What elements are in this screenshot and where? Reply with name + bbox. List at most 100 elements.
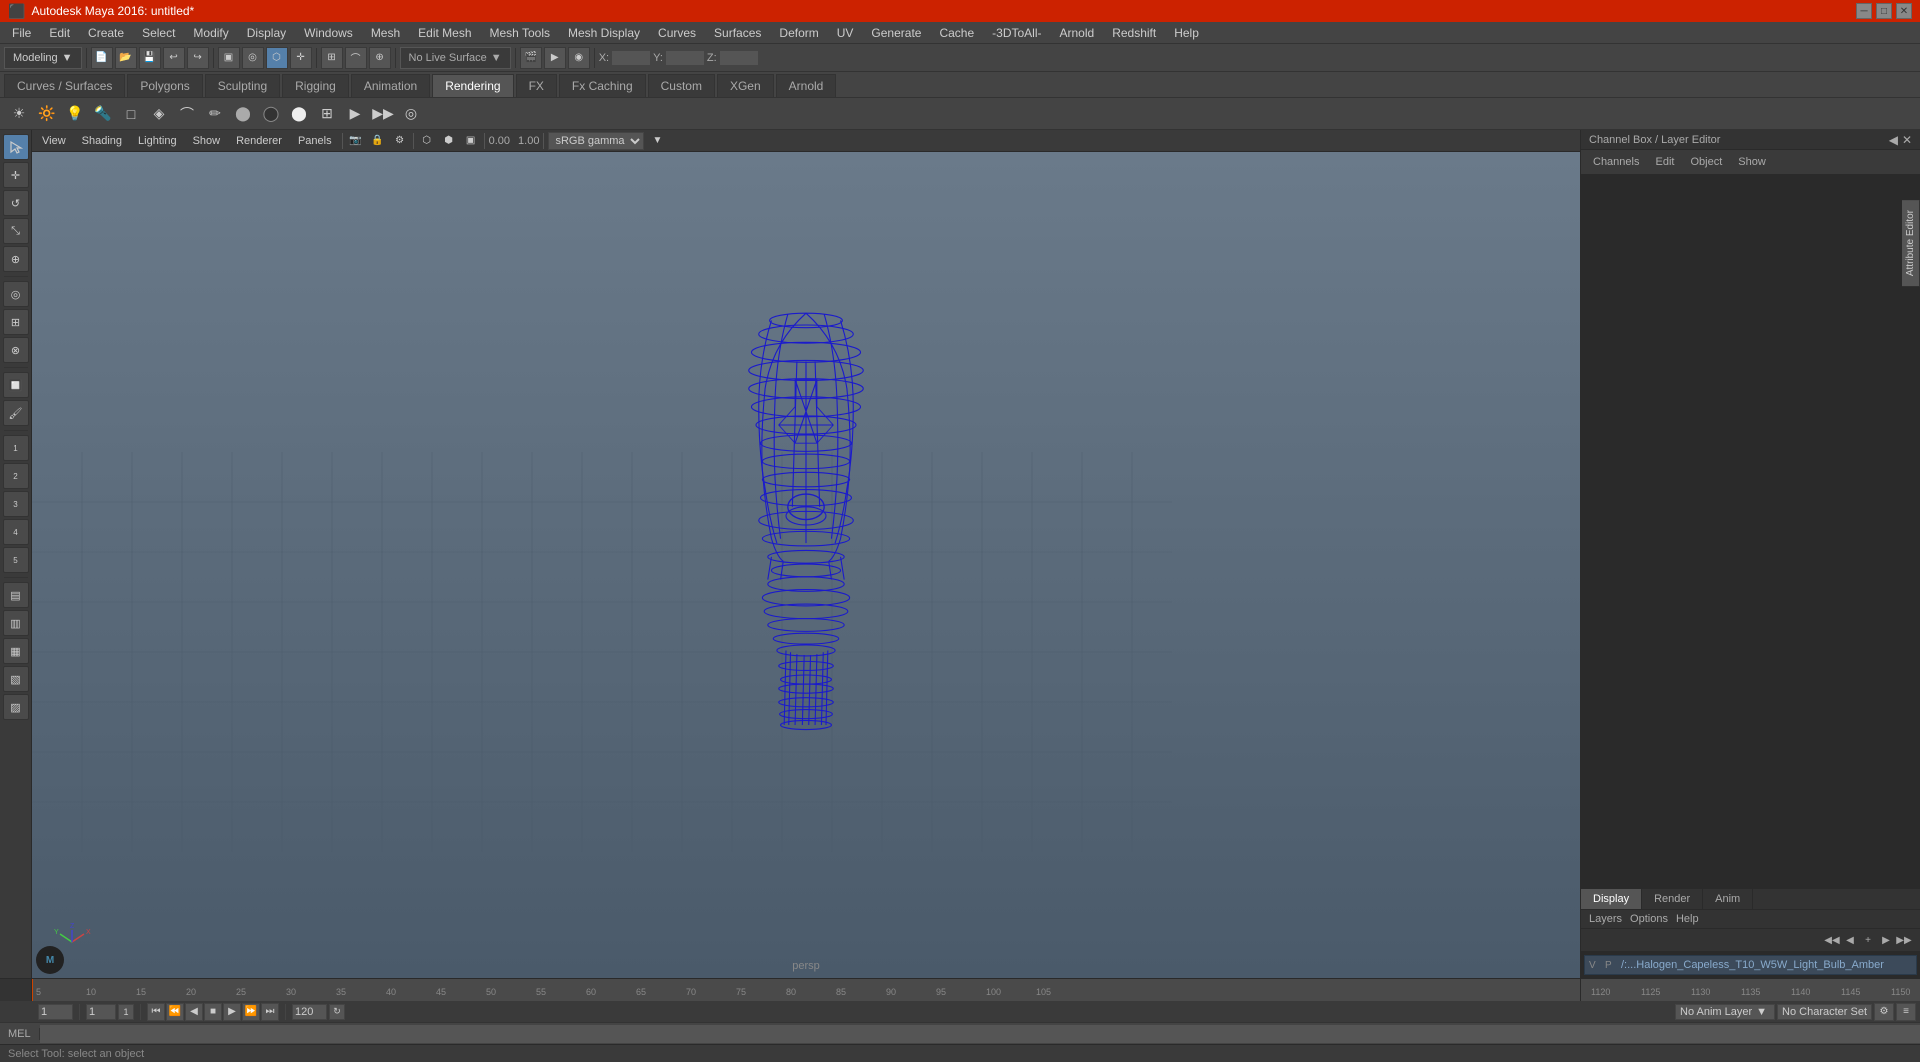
vp-settings-icon[interactable]: ⚙	[391, 132, 409, 150]
vp-textured-icon[interactable]: ▣	[462, 132, 480, 150]
scale-tool[interactable]: ⤡	[3, 218, 29, 244]
layers-menu-options[interactable]: Options	[1630, 913, 1668, 925]
shelf-light-icon[interactable]: ☀	[6, 101, 32, 127]
no-live-surface-indicator[interactable]: No Live Surface ▼	[400, 47, 511, 69]
disp-tab-anim[interactable]: Anim	[1703, 889, 1753, 909]
undo-button[interactable]: ↩	[163, 47, 185, 69]
rp-close-icon[interactable]: ✕	[1902, 133, 1912, 147]
redo-button[interactable]: ↪	[187, 47, 209, 69]
shelf-spot-light-icon[interactable]: 🔦	[90, 101, 116, 127]
start-frame-input[interactable]	[86, 1004, 116, 1020]
universal-tool[interactable]: ⊕	[3, 246, 29, 272]
next-frame-btn[interactable]: ⏩	[242, 1003, 260, 1021]
rp-tab-object[interactable]: Object	[1686, 154, 1726, 170]
layer-tool-1[interactable]: ▤	[3, 582, 29, 608]
menu-surfaces[interactable]: Surfaces	[706, 24, 769, 42]
display-mode-5[interactable]: 5	[3, 547, 29, 573]
lasso-select-button[interactable]: ◎	[242, 47, 264, 69]
shelf-render2-icon[interactable]: ▶▶	[370, 101, 396, 127]
shelf-render-icon[interactable]: ▶	[342, 101, 368, 127]
tab-custom[interactable]: Custom	[648, 74, 715, 97]
render-button[interactable]: ▶	[544, 47, 566, 69]
menu-cache[interactable]: Cache	[931, 24, 982, 42]
viewport-menu-lighting[interactable]: Lighting	[132, 133, 183, 149]
move-tool[interactable]: ✛	[3, 162, 29, 188]
shelf-point-light-icon[interactable]: 💡	[62, 101, 88, 127]
settings-btn[interactable]: ⚙	[1874, 1003, 1894, 1021]
menu-edit[interactable]: Edit	[41, 24, 78, 42]
layer-prev-btn[interactable]: ◀	[1842, 932, 1858, 948]
layer-item[interactable]: V P /:...Halogen_Capeless_T10_W5W_Light_…	[1584, 955, 1917, 975]
menu-create[interactable]: Create	[80, 24, 132, 42]
menu-windows[interactable]: Windows	[296, 24, 361, 42]
tab-xgen[interactable]: XGen	[717, 74, 774, 97]
menu-modify[interactable]: Modify	[185, 24, 236, 42]
character-set-selector[interactable]: No Character Set	[1777, 1004, 1872, 1020]
shelf-white-sphere-icon[interactable]: ⬤	[286, 101, 312, 127]
select-tool[interactable]	[3, 134, 29, 160]
display-mode-3[interactable]: 3	[3, 491, 29, 517]
menu-file[interactable]: File	[4, 24, 39, 42]
menu-uv[interactable]: UV	[829, 24, 862, 42]
layer-tool-2[interactable]: ▥	[3, 610, 29, 636]
play-begin-btn[interactable]: ⏮	[147, 1003, 165, 1021]
rp-tab-show[interactable]: Show	[1734, 154, 1770, 170]
shelf-dark-sphere-icon[interactable]: ⬤	[258, 101, 284, 127]
tab-sculpting[interactable]: Sculpting	[205, 74, 280, 97]
display-mode-1[interactable]: 1	[3, 435, 29, 461]
rp-tab-channels[interactable]: Channels	[1589, 154, 1643, 170]
layer-playback[interactable]: P	[1605, 960, 1617, 971]
workspace-selector[interactable]: Modeling ▼	[4, 47, 82, 69]
layers-menu-layers[interactable]: Layers	[1589, 913, 1622, 925]
z-input[interactable]	[719, 50, 759, 66]
anim-layer-selector[interactable]: No Anim Layer ▼	[1675, 1004, 1775, 1020]
menu-redshift[interactable]: Redshift	[1104, 24, 1164, 42]
display-mode-4[interactable]: 4	[3, 519, 29, 545]
viewport-canvas[interactable]: persp X Y Z M	[32, 152, 1580, 978]
minimize-button[interactable]: ─	[1856, 3, 1872, 19]
menu-arnold[interactable]: Arnold	[1052, 24, 1103, 42]
layer-next-btn[interactable]: ▶	[1878, 932, 1894, 948]
gamma-selector[interactable]: sRGB gamma	[548, 132, 644, 150]
layer-create-btn[interactable]: +	[1860, 932, 1876, 948]
shelf-curve-icon[interactable]: ⌒	[174, 101, 200, 127]
shelf-pencil-icon[interactable]: ✏	[202, 101, 228, 127]
open-file-button[interactable]: 📂	[115, 47, 137, 69]
render-settings-button[interactable]: 🎬	[520, 47, 542, 69]
pivot-tool[interactable]: ⊗	[3, 337, 29, 363]
play-fwd-btn[interactable]: ▶	[223, 1003, 241, 1021]
select-tool-button[interactable]: ▣	[218, 47, 240, 69]
menu-select[interactable]: Select	[134, 24, 183, 42]
layers-menu-help[interactable]: Help	[1676, 913, 1699, 925]
play-back-btn[interactable]: ◀	[185, 1003, 203, 1021]
menu-edit-mesh[interactable]: Edit Mesh	[410, 24, 479, 42]
menu-3dtoall[interactable]: -3DToAll-	[984, 24, 1049, 42]
vp-solid-icon[interactable]: ⬢	[440, 132, 458, 150]
vp-camera-icon[interactable]: 📷	[347, 132, 365, 150]
shelf-target-icon[interactable]: ◎	[398, 101, 424, 127]
shelf-sphere-icon[interactable]: ⬤	[230, 101, 256, 127]
tab-fx[interactable]: FX	[516, 74, 557, 97]
display-mode-2[interactable]: 2	[3, 463, 29, 489]
layer-next-next-btn[interactable]: ▶▶	[1896, 932, 1912, 948]
current-frame-input[interactable]	[38, 1004, 73, 1020]
menu-curves[interactable]: Curves	[650, 24, 704, 42]
move-tool-button[interactable]: ✛	[290, 47, 312, 69]
close-button[interactable]: ✕	[1896, 3, 1912, 19]
shelf-volume-light-icon[interactable]: ◈	[146, 101, 172, 127]
viewport-menu-panels[interactable]: Panels	[292, 133, 338, 149]
menu-display[interactable]: Display	[239, 24, 294, 42]
timeline-track[interactable]: 5 10 15 20 25 30 35 40 45 50 55 60 65 70…	[32, 979, 1580, 1001]
rotate-tool[interactable]: ↺	[3, 190, 29, 216]
end-frame-input[interactable]	[292, 1004, 327, 1020]
tab-fx-caching[interactable]: Fx Caching	[559, 74, 646, 97]
tab-animation[interactable]: Animation	[351, 74, 430, 97]
shelf-grid-icon[interactable]: ⊞	[314, 101, 340, 127]
tab-polygons[interactable]: Polygons	[127, 74, 202, 97]
shelf-dir-light-icon[interactable]: 🔆	[34, 101, 60, 127]
save-file-button[interactable]: 💾	[139, 47, 161, 69]
tab-curves-surfaces[interactable]: Curves / Surfaces	[4, 74, 125, 97]
rp-tab-edit[interactable]: Edit	[1651, 154, 1678, 170]
tab-rendering[interactable]: Rendering	[432, 74, 513, 97]
frame-range-box[interactable]: 1	[118, 1004, 134, 1020]
